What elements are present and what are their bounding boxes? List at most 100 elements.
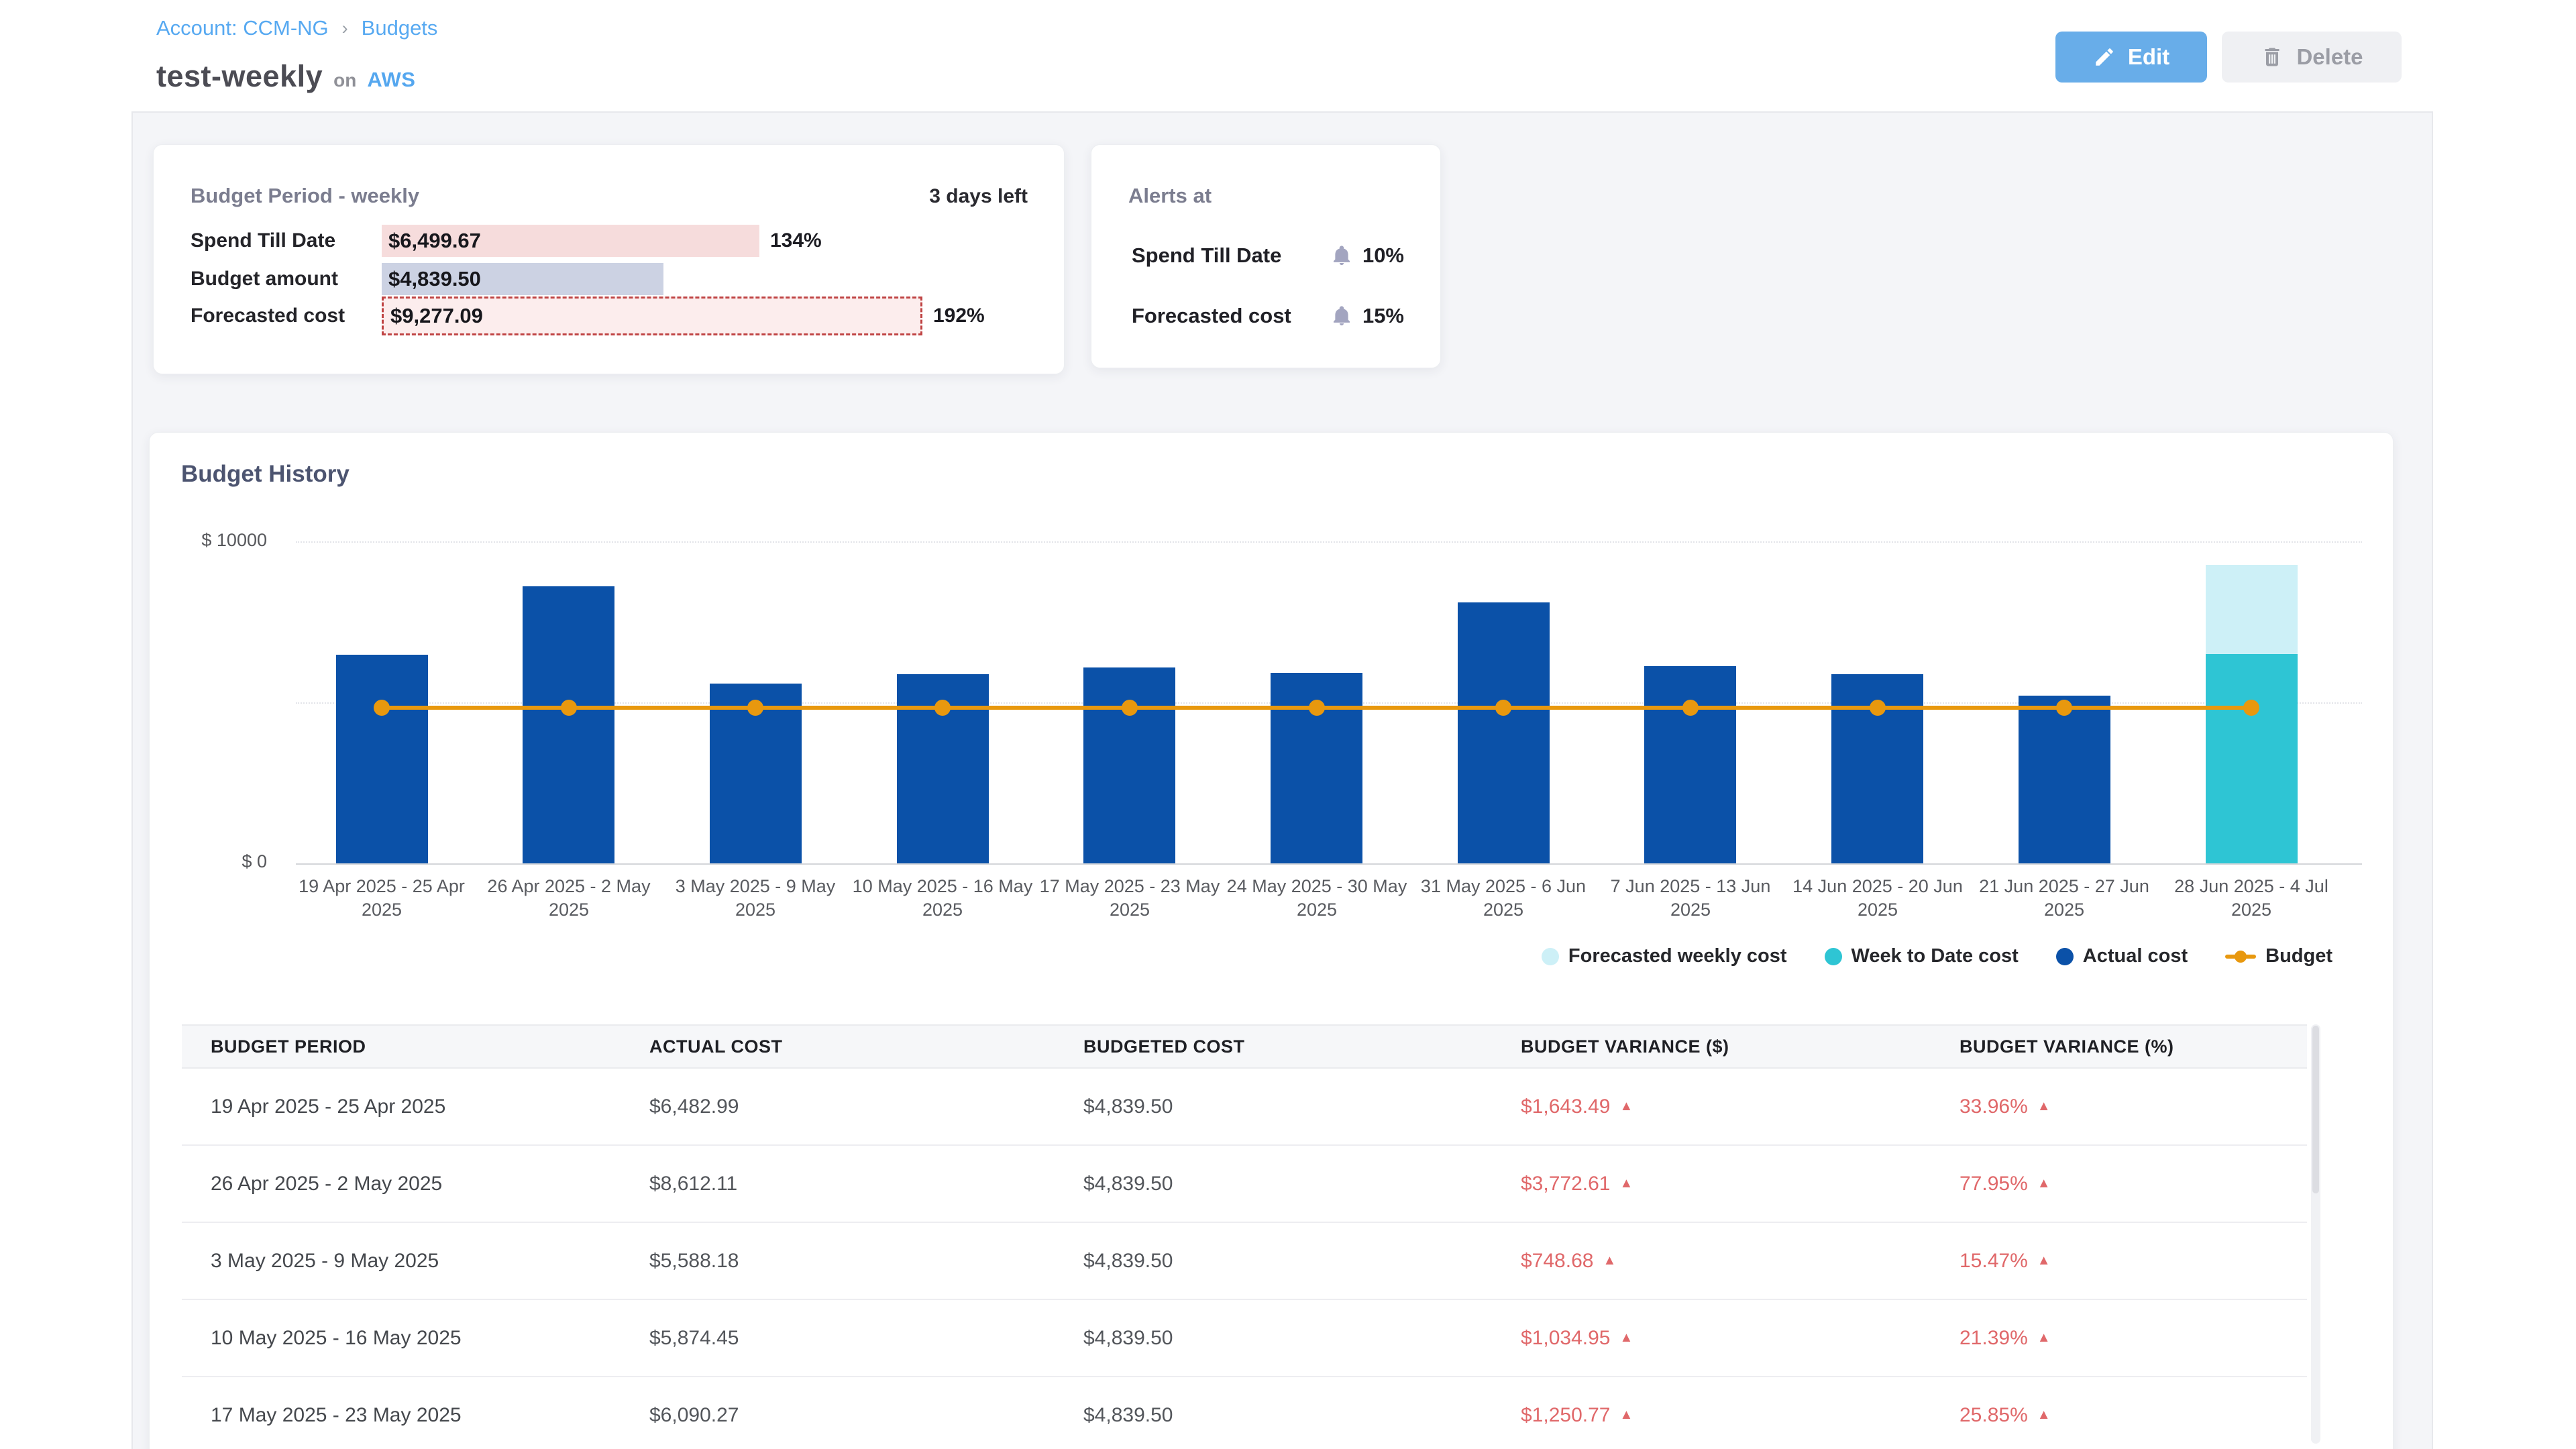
table-row: 26 Apr 2025 - 2 May 2025$8,612.11$4,839.… (182, 1146, 2307, 1223)
edit-button-label: Edit (2128, 44, 2169, 70)
cell-budget-variance-usd: $1,034.95 ▲ (1492, 1327, 1931, 1350)
cell-budget-period: 3 May 2025 - 9 May 2025 (182, 1250, 621, 1273)
budget-detail-page: Account: CCM-NG › Budgets test-weekly on… (0, 0, 2576, 1449)
x-axis-label: 28 Jun 2025 - 4 Jul 2025 (2157, 875, 2345, 922)
budget-point[interactable] (1682, 700, 1699, 716)
delete-button-label: Delete (2296, 44, 2363, 70)
cell-actual-cost: $6,090.27 (621, 1404, 1055, 1427)
budget-point[interactable] (2243, 700, 2259, 716)
edit-button[interactable]: Edit (2055, 32, 2207, 83)
legend-item-week-to-date-cost[interactable]: Week to Date cost (1825, 945, 2019, 967)
variance-value: 77.95% (1960, 1173, 2028, 1195)
table-header-cell: ACTUAL COST (621, 1036, 1055, 1057)
cell-actual-cost: $5,588.18 (621, 1250, 1055, 1273)
cell-budgeted-cost: $4,839.50 (1055, 1095, 1492, 1118)
cell-budget-variance-pct: 33.96%▲ (1931, 1095, 2307, 1118)
metric-row-budget: Budget amount$4,839.50 (191, 260, 1044, 299)
metric-value: $9,277.09 (384, 304, 483, 328)
x-axis-label: 21 Jun 2025 - 27 Jun 2025 (1970, 875, 2158, 922)
table-row: 3 May 2025 - 9 May 2025$5,588.18$4,839.5… (182, 1223, 2307, 1300)
legend-label: Budget (2265, 945, 2332, 967)
variance-up-triangle-icon: ▲ (1619, 1099, 1633, 1114)
budget-history-table: BUDGET PERIODACTUAL COSTBUDGETED COSTBUD… (182, 1024, 2307, 1449)
trash-icon (2260, 45, 2284, 69)
budget-point[interactable] (2056, 700, 2072, 716)
alerts-card: Alerts at Spend Till Date10%Forecasted c… (1091, 144, 1441, 368)
breadcrumb-account-link[interactable]: Account: CCM-NG (156, 16, 329, 40)
cell-budget-period: 19 Apr 2025 - 25 Apr 2025 (182, 1095, 621, 1118)
budget-period-card-title: Budget Period - weekly (191, 184, 419, 208)
x-axis-label: 17 May 2025 - 23 May 2025 (1036, 875, 1224, 922)
cell-budget-variance-usd: $748.68▲ (1492, 1250, 1931, 1273)
table-header-cell: BUDGET PERIOD (182, 1036, 621, 1057)
y-axis-label: $ 0 (166, 851, 267, 872)
actual-cost-bar[interactable] (1458, 602, 1550, 863)
x-axis-label: 26 Apr 2025 - 2 May 2025 (475, 875, 663, 922)
table-scrollbar-thumb[interactable] (2312, 1026, 2319, 1193)
variance-up-triangle-icon: ▲ (2037, 1253, 2051, 1269)
x-axis-label: 14 Jun 2025 - 20 Jun 2025 (1784, 875, 1972, 922)
chevron-right-icon: › (342, 18, 348, 39)
alert-threshold: 10% (1330, 244, 1404, 268)
table-header-row: BUDGET PERIODACTUAL COSTBUDGETED COSTBUD… (182, 1024, 2307, 1069)
alert-threshold: 15% (1330, 304, 1404, 328)
legend-marker-circle (1542, 948, 1559, 965)
budget-point[interactable] (1495, 700, 1511, 716)
forecasted-weekly-cost-bar[interactable] (2206, 565, 2298, 654)
actual-cost-bar[interactable] (1083, 667, 1175, 863)
variance-up-triangle-icon: ▲ (1619, 1330, 1633, 1346)
page-title-row: test-weekly on AWS (156, 59, 415, 94)
delete-button[interactable]: Delete (2222, 32, 2402, 83)
legend-item-budget[interactable]: Budget (2225, 945, 2332, 967)
budget-point[interactable] (1122, 700, 1138, 716)
table-header-cell: BUDGETED COST (1055, 1036, 1492, 1057)
cell-budgeted-cost: $4,839.50 (1055, 1327, 1492, 1350)
variance-value: 25.85% (1960, 1404, 2028, 1427)
actual-cost-bar[interactable] (523, 586, 614, 863)
budget-point[interactable] (561, 700, 577, 716)
budget-point[interactable] (374, 700, 390, 716)
bell-icon (1330, 305, 1353, 327)
pencil-icon (2093, 46, 2116, 68)
x-axis-label: 19 Apr 2025 - 25 Apr 2025 (288, 875, 476, 922)
breadcrumb-budgets-link[interactable]: Budgets (362, 16, 438, 40)
budget-point[interactable] (747, 700, 763, 716)
metric-meter-budget: $4,839.50 (382, 263, 663, 295)
variance-value: $1,250.77 (1521, 1404, 1610, 1427)
variance-value: $3,772.61 (1521, 1173, 1610, 1195)
cell-budget-period: 17 May 2025 - 23 May 2025 (182, 1404, 621, 1427)
legend-marker-circle (1825, 948, 1842, 965)
legend-label: Forecasted weekly cost (1568, 945, 1787, 967)
actual-cost-bar[interactable] (336, 655, 428, 863)
page-title: test-weekly (156, 59, 323, 94)
metric-label: Forecasted cost (191, 305, 382, 327)
variance-value: $1,034.95 (1521, 1327, 1610, 1350)
cell-actual-cost: $8,612.11 (621, 1173, 1055, 1195)
cloud-provider-label: AWS (367, 68, 415, 92)
table-row: 17 May 2025 - 23 May 2025$6,090.27$4,839… (182, 1377, 2307, 1449)
cell-budgeted-cost: $4,839.50 (1055, 1173, 1492, 1195)
alerts-card-title: Alerts at (1128, 184, 1212, 208)
cell-budget-period: 26 Apr 2025 - 2 May 2025 (182, 1173, 621, 1195)
chart-legend: Forecasted weekly cost Week to Date cost A… (1542, 945, 2332, 967)
table-scrollbar[interactable] (2311, 1024, 2320, 1444)
cell-budget-variance-pct: 21.39%▲ (1931, 1327, 2307, 1350)
legend-marker-line-dot (2225, 955, 2256, 959)
x-axis-label: 24 May 2025 - 30 May 2025 (1223, 875, 1411, 922)
legend-label: Week to Date cost (1851, 945, 2019, 967)
budget-point[interactable] (934, 700, 951, 716)
alert-threshold-value: 15% (1362, 304, 1404, 328)
legend-item-forecasted-weekly-cost[interactable]: Forecasted weekly cost (1542, 945, 1787, 967)
budget-point[interactable] (1309, 700, 1325, 716)
metric-row-forecast: Forecasted cost$9,277.09192% (191, 297, 1044, 335)
budget-point[interactable] (1870, 700, 1886, 716)
variance-value: 15.47% (1960, 1250, 2028, 1273)
week-to-date-cost-bar[interactable] (2206, 654, 2298, 863)
variance-up-triangle-icon: ▲ (1619, 1176, 1633, 1191)
metric-value: $4,839.50 (382, 267, 481, 291)
legend-item-actual-cost[interactable]: Actual cost (2056, 945, 2188, 967)
metric-meter-forecast: $9,277.09 (382, 297, 922, 335)
actual-cost-bar[interactable] (1644, 666, 1736, 863)
variance-up-triangle-icon: ▲ (2037, 1407, 2051, 1423)
actual-cost-bar[interactable] (2019, 696, 2110, 863)
